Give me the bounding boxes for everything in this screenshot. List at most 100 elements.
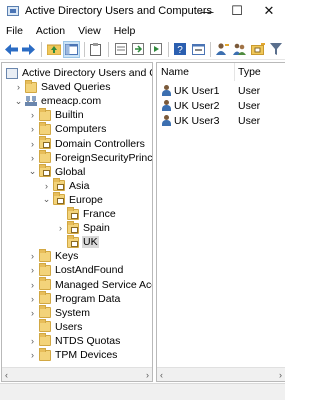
tree-item[interactable]: ⌄ Europe (42, 192, 104, 207)
tree-item-label: Keys (55, 250, 79, 263)
close-button[interactable]: ✕ (254, 0, 284, 22)
user-icon (161, 99, 172, 112)
tree-item-label: Program Data (55, 292, 121, 305)
chevron-right-icon[interactable]: › (28, 108, 37, 122)
list-item[interactable]: UK User2 User (157, 98, 285, 113)
back-arrow-icon[interactable] (3, 41, 20, 58)
tree-item-label: UK (82, 236, 99, 249)
column-header-name[interactable]: Name (161, 63, 189, 81)
list-item[interactable]: UK User3 User (157, 113, 285, 128)
tree-item[interactable]: › ForeignSecurityPrincipals (28, 150, 153, 165)
tree-item[interactable]: ⌄ Global (28, 164, 86, 179)
tree-item-label: ForeignSecurityPrincipals (55, 151, 153, 164)
console-tree-pane[interactable]: › TPM Devices › NTDS Quotas Users › System › Pro… (1, 62, 153, 382)
folder-icon (25, 79, 37, 93)
chevron-right-icon[interactable]: › (28, 263, 37, 277)
chevron-right-icon[interactable]: › (28, 292, 37, 306)
tree-item[interactable]: UK (56, 234, 99, 249)
chevron-down-icon[interactable]: ⌄ (42, 193, 51, 207)
window-title: Active Directory Users and Computers (25, 5, 213, 17)
tree-item-label: Asia (69, 179, 90, 192)
folder-icon (39, 150, 51, 164)
chevron-right-icon[interactable]: › (28, 348, 37, 362)
column-divider[interactable] (234, 63, 235, 81)
organizational-unit-icon (67, 220, 79, 234)
chevron-right-icon[interactable]: › (28, 306, 37, 320)
tree-item[interactable]: › Domain Controllers (28, 136, 146, 151)
tree-item[interactable]: › System (28, 305, 91, 320)
up-folder-icon[interactable] (45, 41, 62, 58)
clipboard-icon[interactable] (88, 41, 105, 58)
export-icon[interactable] (130, 41, 147, 58)
add-user-icon[interactable] (214, 41, 231, 58)
toolbar-separator (41, 41, 43, 57)
tree-item[interactable]: › NTDS Quotas (28, 333, 121, 348)
tree-item[interactable]: › Builtin (28, 107, 85, 122)
tree-item[interactable]: France (56, 206, 117, 221)
scroll-right-icon[interactable]: › (279, 370, 282, 380)
tree-item[interactable]: Users (28, 319, 83, 334)
maximize-button[interactable]: ☐ (222, 0, 252, 22)
tree-item[interactable]: › Program Data (28, 291, 121, 306)
tree-item[interactable]: › LostAndFound (28, 262, 124, 277)
details-pane[interactable]: Name Type UK User1 User UK User2 User UK… (156, 62, 285, 382)
tree-item-label: Spain (83, 222, 110, 235)
list-item-type: User (238, 84, 261, 97)
properties-icon[interactable] (112, 41, 129, 58)
column-header-type[interactable]: Type (238, 63, 261, 81)
chevron-right-icon[interactable]: › (28, 334, 37, 348)
tree-item-label: France (83, 208, 116, 220)
show-tree-icon[interactable] (62, 40, 80, 58)
minimize-button[interactable]: — (192, 0, 222, 22)
chevron-right-icon[interactable]: › (28, 249, 37, 263)
refresh-icon[interactable] (147, 41, 164, 58)
toolbar-separator (210, 41, 212, 57)
tree-item-label: System (55, 306, 91, 319)
tree-item[interactable]: ⌄ emeacp.com (14, 94, 102, 108)
forward-arrow-icon[interactable] (21, 41, 38, 58)
tree-item[interactable]: › Keys (28, 248, 79, 263)
list-item-name: UK User2 (174, 99, 220, 112)
horizontal-scrollbar[interactable]: ‹ › (157, 367, 285, 381)
chevron-right-icon[interactable]: › (28, 122, 37, 136)
tree-item[interactable]: › Saved Queries (14, 79, 111, 94)
tree-item-label: TPM Devices (55, 349, 118, 361)
chevron-right-icon[interactable]: › (28, 151, 37, 165)
folder-icon (39, 291, 51, 305)
menu-view[interactable]: View (72, 25, 108, 37)
menu-file[interactable]: File (0, 25, 30, 37)
organizational-unit-icon (67, 206, 79, 220)
tree-item[interactable]: › Spain (56, 220, 111, 235)
chevron-right-icon[interactable]: › (28, 278, 37, 292)
console-icon[interactable] (190, 41, 207, 58)
user-icon (161, 114, 172, 127)
tree-item-label: Saved Queries (41, 81, 111, 94)
add-group-icon[interactable] (232, 41, 249, 58)
organizational-unit-icon (53, 178, 65, 192)
chevron-down-icon[interactable]: ⌄ (28, 165, 37, 179)
chevron-right-icon[interactable]: › (56, 221, 65, 235)
menu-help[interactable]: Help (108, 25, 143, 37)
chevron-right-icon[interactable]: › (42, 179, 51, 193)
scroll-right-icon[interactable]: › (146, 370, 149, 380)
toolbar-separator (168, 41, 170, 57)
tree-item[interactable]: › Asia (42, 178, 90, 193)
tree-item[interactable]: Active Directory Users and Com (4, 66, 152, 80)
filter-icon[interactable] (267, 41, 284, 58)
horizontal-scrollbar[interactable]: ‹ › (2, 367, 152, 381)
organizational-unit-icon (67, 234, 79, 248)
chevron-down-icon[interactable]: ⌄ (14, 94, 23, 108)
tree-item[interactable]: › Managed Service Accour (28, 277, 152, 292)
menu-action[interactable]: Action (30, 25, 72, 37)
user-icon (161, 84, 172, 97)
scroll-left-icon[interactable]: ‹ (5, 370, 8, 380)
tree-item[interactable]: › TPM Devices (28, 347, 118, 362)
svg-text:?: ? (178, 45, 184, 55)
help-icon[interactable]: ? (172, 41, 189, 58)
scroll-left-icon[interactable]: ‹ (160, 370, 163, 380)
chevron-right-icon[interactable]: › (14, 80, 23, 94)
tree-item[interactable]: › Computers (28, 121, 107, 136)
list-item[interactable]: UK User1 User (157, 83, 285, 98)
chevron-right-icon[interactable]: › (28, 137, 37, 151)
add-ou-icon[interactable] (250, 41, 267, 58)
